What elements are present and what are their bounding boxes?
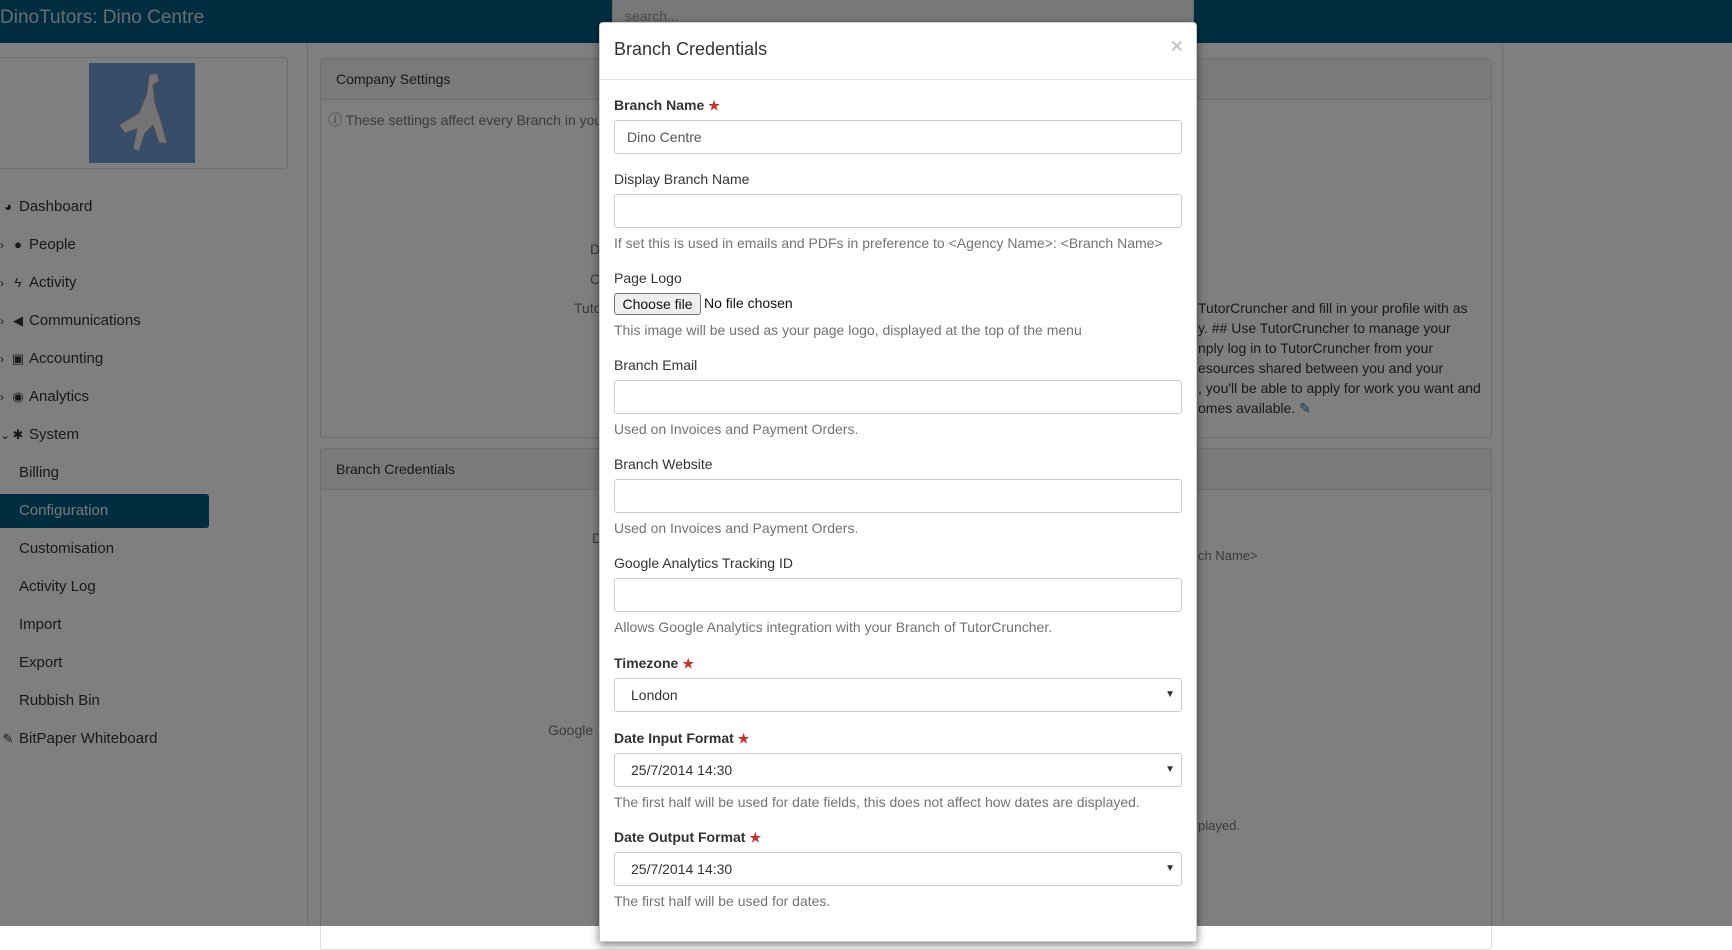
- branch-credentials-modal: Branch Credentials × Branch Name★ Displa…: [599, 22, 1197, 942]
- timezone-select[interactable]: London ▼: [614, 678, 1182, 712]
- modal-title: Branch Credentials: [614, 39, 768, 59]
- branch-website-help: Used on Invoices and Payment Orders.: [614, 520, 859, 536]
- display-branch-name-label: Display Branch Name: [614, 171, 750, 187]
- required-star-icon: ★: [737, 731, 750, 746]
- required-star-icon: ★: [749, 830, 762, 845]
- choose-file-button[interactable]: Choose file: [614, 293, 701, 315]
- caret-down-icon: ▼: [1165, 863, 1175, 874]
- date-input-format-value: 25/7/2014 14:30: [631, 762, 733, 778]
- ga-tracking-help: Allows Google Analytics integration with…: [614, 619, 1053, 635]
- modal-header: Branch Credentials ×: [600, 23, 1196, 80]
- date-output-format-help: The first half will be used for dates.: [614, 893, 831, 909]
- date-input-format-label: Date Input Format ★: [614, 730, 750, 746]
- branch-website-input[interactable]: [614, 479, 1182, 513]
- caret-down-icon: ▼: [1165, 764, 1175, 775]
- caret-down-icon: ▼: [1165, 689, 1175, 700]
- date-input-format-help: The first half will be used for date fie…: [614, 794, 1140, 810]
- date-output-format-select[interactable]: 25/7/2014 14:30 ▼: [614, 852, 1182, 886]
- page-logo-help: This image will be used as your page log…: [614, 322, 1082, 338]
- ga-tracking-label: Google Analytics Tracking ID: [614, 555, 793, 571]
- timezone-label: Timezone ★: [614, 655, 694, 671]
- branch-name-input[interactable]: [614, 120, 1182, 154]
- file-status: No file chosen: [704, 295, 793, 311]
- branch-email-help: Used on Invoices and Payment Orders.: [614, 421, 859, 437]
- date-output-format-value: 25/7/2014 14:30: [631, 861, 733, 877]
- branch-name-label: Branch Name ★: [614, 97, 720, 113]
- close-icon[interactable]: ×: [1171, 35, 1183, 59]
- ga-tracking-input[interactable]: [614, 578, 1182, 612]
- branch-email-input[interactable]: [614, 380, 1182, 414]
- timezone-value: London: [631, 687, 678, 703]
- required-star-icon: ★: [708, 98, 720, 113]
- required-star-icon: ★: [682, 656, 694, 671]
- date-output-format-label: Date Output Format ★: [614, 829, 762, 845]
- branch-email-label: Branch Email: [614, 357, 698, 373]
- page-logo-label: Page Logo: [614, 270, 682, 286]
- display-branch-name-help: If set this is used in emails and PDFs i…: [614, 235, 1163, 251]
- date-input-format-select[interactable]: 25/7/2014 14:30 ▼: [614, 753, 1182, 787]
- display-branch-name-input[interactable]: [614, 194, 1182, 228]
- branch-website-label: Branch Website: [614, 456, 713, 472]
